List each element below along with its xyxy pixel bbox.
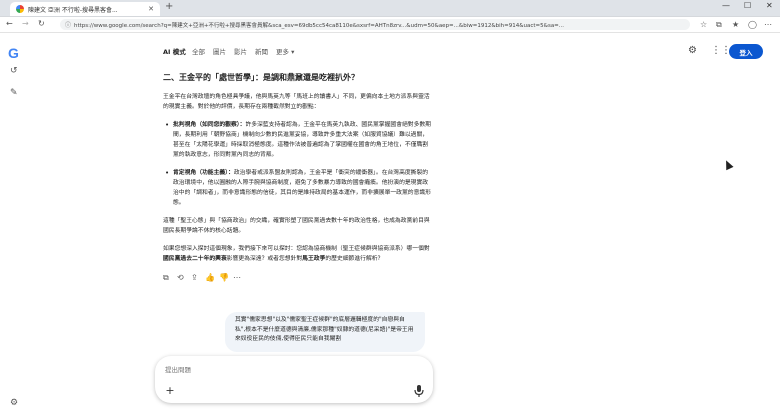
tab-title: 陳建文 亞洲 不行啦-搜尋黑客會... [28,6,118,14]
plus-icon[interactable]: + [163,384,177,398]
maximize-icon[interactable]: ☐ [744,1,751,10]
section-heading: 二、王金平的「處世哲學」：是調和鼎鼐還是吃裡扒外？ [163,73,359,82]
gear-icon[interactable]: ⚙ [688,45,697,56]
tab-images[interactable]: 圖片 [213,46,226,56]
google-logo[interactable]: G [8,45,19,61]
prompt-input[interactable] [165,364,415,376]
new-chat-icon[interactable]: ✎ [10,88,18,98]
summary-paragraph: 這種「聖王心態」與「協商政治」的交織，確實形塑了國民黨過去數十年的政治性格，也成… [163,218,430,234]
browser-menu-icon[interactable]: ⋯ [764,20,772,29]
refresh-icon[interactable]: ↻ [38,19,45,28]
tab-all[interactable]: 全部 [192,46,205,56]
close-window-icon[interactable]: ✕ [766,1,773,10]
browser-tab[interactable]: 陳建文 亞洲 不行啦-搜尋黑客會... ✕ [10,2,160,16]
thumbs-up-icon[interactable]: 👍 [205,273,215,282]
thumbs-down-icon[interactable]: 👎 [219,273,229,282]
copy-icon[interactable]: ⧉ [163,273,169,283]
tab-ai-mode[interactable]: AI 模式 [163,46,186,56]
list-item: 批判視角（如同您的觀察）：許多深藍支持者認為，王金平在馬英九執政、國民黨掌握國會… [163,120,433,160]
minimize-icon[interactable]: — [722,1,730,10]
bullet-title: 批判視角（如同您的觀察）： [173,122,246,128]
ai-response: 二、王金平的「處世哲學」：是調和鼎鼐還是吃裡扒外？ 王金平在台灣政壇的角色極具爭… [163,72,433,272]
browser-titlebar: 陳建文 亞洲 不行啦-搜尋黑客會... ✕ + — ☐ ✕ [0,0,780,17]
apps-icon[interactable]: ⋮⋮ [711,45,731,56]
bookmark-star-icon[interactable]: ☆ [700,20,707,29]
forward-icon[interactable]: → [22,19,29,28]
google-favicon-icon [16,5,24,13]
address-toolbar: ← → ↻ ⓘ https://www.google.com/search?q=… [0,17,780,33]
mic-icon[interactable] [413,384,425,398]
bullet-title: 肯定視角（功能主義）： [173,170,234,176]
more-icon[interactable]: ⋯ [233,273,241,282]
share-icon[interactable]: ⟲ [177,273,184,282]
intro-paragraph: 王金平在台灣政壇的角色極具爭議，他與馬英九等「馬班上的讀書人」不同，更偏向本土地… [163,94,430,110]
favorites-icon[interactable]: ★ [732,20,739,29]
sign-in-button[interactable]: 登入 [729,44,763,59]
tab-more[interactable]: 更多 ▾ [276,46,294,56]
tab-videos[interactable]: 影片 [234,46,247,56]
back-icon[interactable]: ← [6,19,13,28]
mouse-cursor-icon [722,158,734,171]
list-item: 肯定視角（功能主義）：政治學者或派系盟友則認為，王金平是「衝突的緩衝器」。在台灣… [163,168,433,208]
url-bar[interactable]: ⓘ https://www.google.com/search?q=陳建文+亞洲… [60,19,690,30]
user-message-bubble: 其實"儒家思想"以及"儒家聖王症候群"的底層邏輯極度的"自戀與自私",根本不是什… [225,312,425,352]
extensions-icon[interactable]: ⧉ [716,20,722,30]
close-tab-icon[interactable]: ✕ [148,5,154,13]
profile-icon[interactable]: ◯ [748,20,757,29]
prompt-box: + [155,356,433,403]
share-icon[interactable]: ⇪ [191,273,198,282]
gear-icon[interactable]: ⚙ [10,398,18,408]
site-info-icon[interactable]: ⓘ [65,20,71,29]
history-icon[interactable]: ↺ [10,66,18,76]
new-tab-button[interactable]: + [165,1,173,12]
followup-paragraph: 如果您想深入探討這個現象，我們接下來可以探討：您認為協商機制（聖王症候群與協商派… [163,246,430,262]
tab-news[interactable]: 新聞 [255,46,268,56]
url-text: https://www.google.com/search?q=陳建文+亞洲+不… [74,22,565,29]
